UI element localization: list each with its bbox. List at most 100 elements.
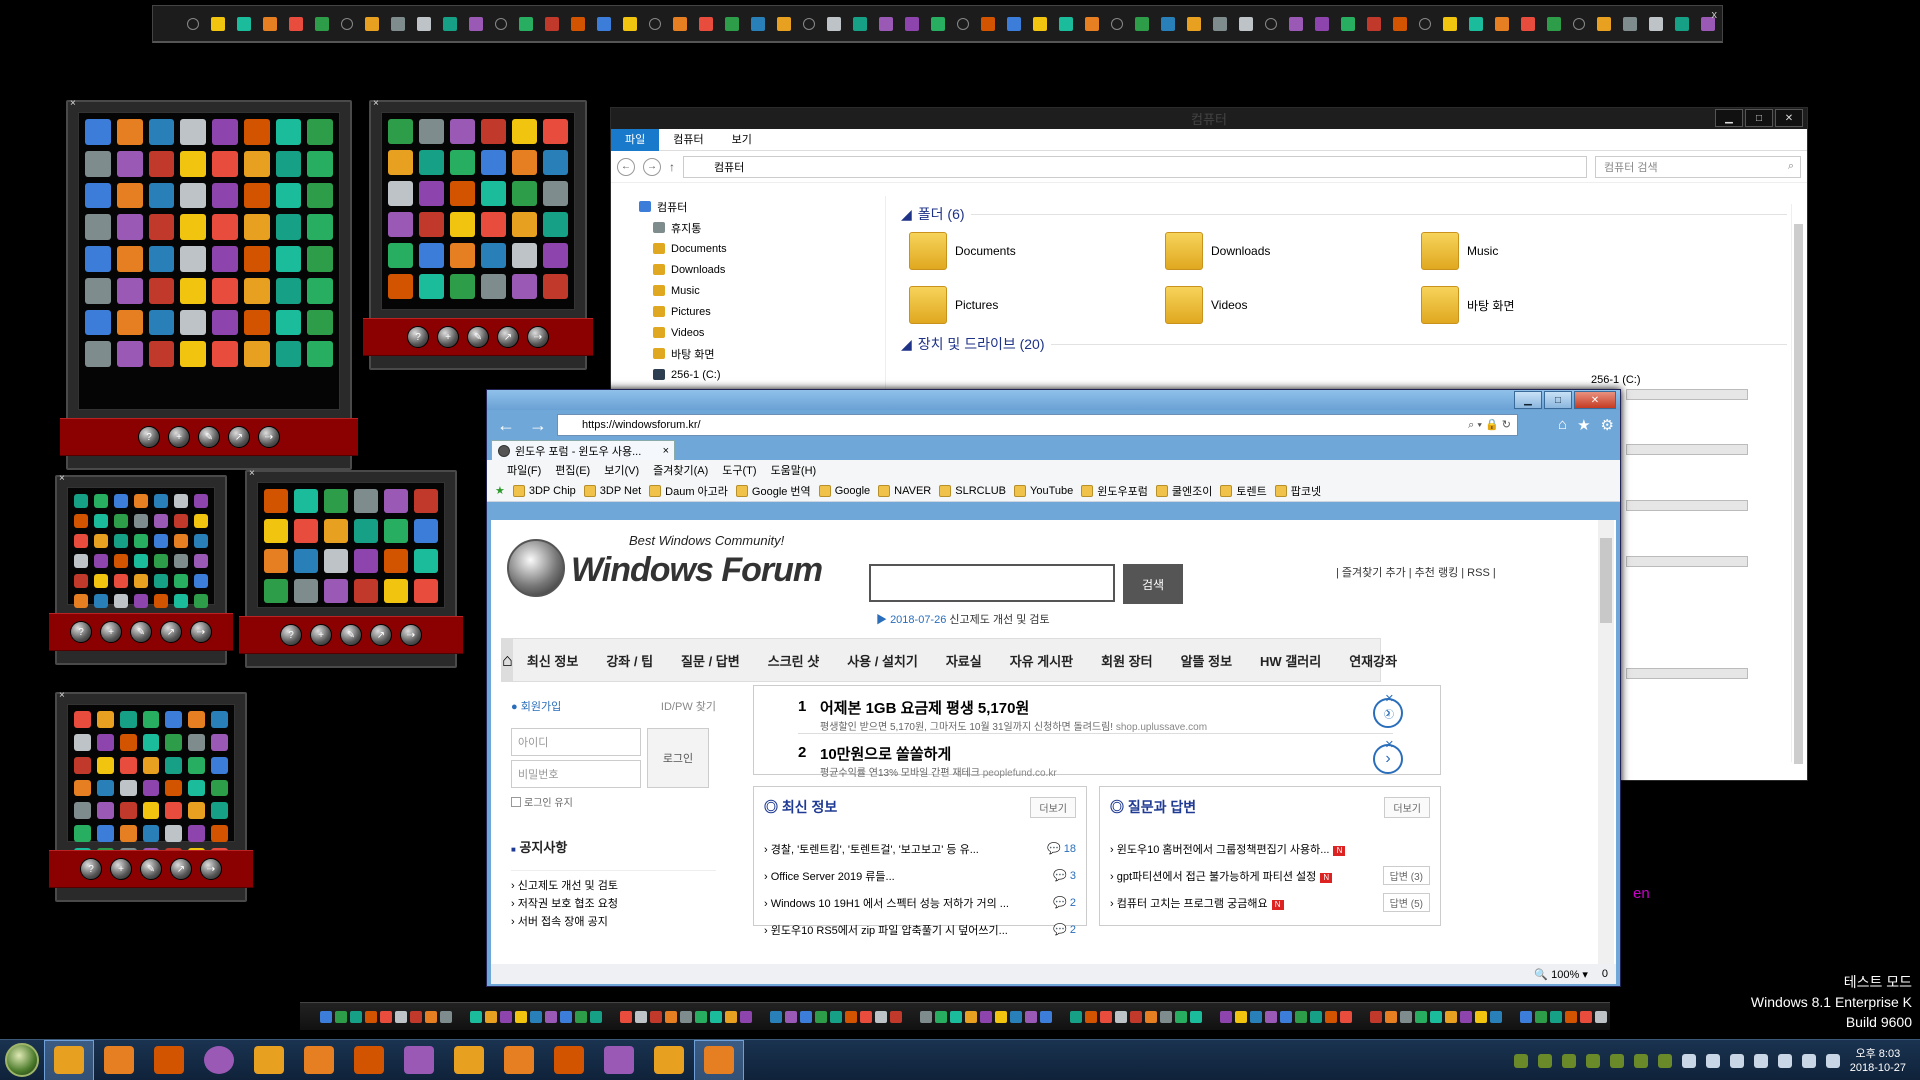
launcher-app-icon[interactable] [1495, 17, 1509, 31]
app-shortcut-icon[interactable] [388, 119, 413, 144]
app-shortcut-icon[interactable] [96, 711, 114, 728]
launcher-app-icon[interactable] [1367, 17, 1381, 31]
dock-app-icon[interactable] [1595, 1010, 1607, 1023]
dock-app-icon[interactable] [1340, 1010, 1352, 1023]
app-shortcut-icon[interactable] [481, 274, 506, 299]
app-shortcut-icon[interactable] [142, 711, 160, 728]
app-shortcut-icon[interactable] [74, 802, 91, 820]
site-logo[interactable]: Best Windows Community! Windows Forum [501, 531, 831, 597]
app-shortcut-icon[interactable] [384, 549, 408, 573]
app-shortcut-icon[interactable] [74, 534, 88, 548]
dock-app-icon[interactable] [980, 1010, 992, 1023]
app-shortcut-icon[interactable] [74, 733, 91, 751]
app-shortcut-icon[interactable] [243, 119, 270, 145]
app-shortcut-icon[interactable] [119, 733, 137, 751]
panel-close-icon[interactable]: × [373, 98, 379, 109]
login-button[interactable]: 로그인 [647, 728, 709, 788]
next-icon[interactable]: ⇢ [400, 624, 422, 646]
app-shortcut-icon[interactable] [307, 150, 333, 177]
taskbar-app[interactable] [594, 1040, 644, 1080]
app-shortcut-icon[interactable] [96, 779, 114, 797]
app-shortcut-icon[interactable] [243, 309, 270, 336]
dock-app-icon[interactable] [545, 1010, 557, 1023]
app-shortcut-icon[interactable] [116, 277, 143, 304]
site-nav-item[interactable]: HW 갤러리 [1246, 651, 1335, 670]
ie-tab-windowsforum[interactable]: 윈도우 포럼 - 윈도우 사용... × [491, 440, 675, 460]
launcher-app-icon[interactable] [1675, 17, 1689, 31]
dock-app-icon[interactable] [1040, 1010, 1052, 1023]
panel-close-icon[interactable]: × [59, 690, 65, 701]
tree-item[interactable]: Music [611, 280, 885, 301]
app-shortcut-icon[interactable] [148, 182, 175, 209]
app-shortcut-icon[interactable] [94, 494, 108, 508]
site-nav-item[interactable]: 자료실 [932, 651, 996, 670]
app-shortcut-icon[interactable] [94, 514, 108, 528]
site-nav-item[interactable]: 사용 / 설치기 [833, 651, 932, 670]
flag-icon[interactable] [1729, 1053, 1744, 1068]
dock-app-icon[interactable] [1565, 1010, 1577, 1023]
app-shortcut-icon[interactable] [414, 489, 438, 513]
add-icon[interactable]: + [310, 624, 332, 646]
app-shortcut-icon[interactable] [142, 733, 160, 751]
tray-app-icon[interactable] [1633, 1053, 1648, 1068]
edit-icon[interactable]: ✎ [198, 426, 220, 448]
dock-app-icon[interactable] [1445, 1010, 1457, 1023]
app-shortcut-icon[interactable] [354, 579, 378, 603]
up-arrow-icon[interactable]: ↑ [669, 160, 675, 174]
app-shortcut-icon[interactable] [543, 274, 568, 299]
app-shortcut-icon[interactable] [116, 119, 143, 145]
app-shortcut-icon[interactable] [512, 181, 537, 206]
folders-group-header[interactable]: ◢ 폴더 (6) [901, 204, 1787, 224]
launcher-app-icon[interactable] [905, 17, 919, 31]
chart-icon[interactable]: ↗ [170, 858, 192, 880]
app-shortcut-icon[interactable] [307, 277, 333, 304]
app-shortcut-icon[interactable] [414, 549, 438, 573]
dock-app-icon[interactable] [620, 1010, 632, 1023]
app-shortcut-icon[interactable] [188, 733, 206, 751]
dock-app-icon[interactable] [1085, 1010, 1097, 1023]
app-shortcut-icon[interactable] [212, 150, 238, 177]
maximize-button[interactable]: □ [1544, 391, 1572, 409]
tray-app-icon[interactable] [1609, 1053, 1624, 1068]
taskbar-app[interactable] [494, 1040, 544, 1080]
launcher-app-icon[interactable] [699, 17, 713, 31]
taskbar-app[interactable] [44, 1039, 94, 1080]
app-shortcut-icon[interactable] [74, 574, 88, 588]
edit-icon[interactable]: ✎ [340, 624, 362, 646]
app-shortcut-icon[interactable] [85, 309, 111, 336]
dock-app-icon[interactable] [785, 1010, 797, 1023]
next-icon[interactable]: ⇢ [258, 426, 280, 448]
dock-app-icon[interactable] [380, 1010, 392, 1023]
app-shortcut-icon[interactable] [543, 212, 568, 237]
dock-app-icon[interactable] [680, 1010, 692, 1023]
next-icon[interactable]: ⇢ [200, 858, 222, 880]
dock-app-icon[interactable] [590, 1010, 602, 1023]
app-shortcut-icon[interactable] [275, 214, 302, 240]
app-shortcut-icon[interactable] [114, 574, 128, 588]
ie-menu-item[interactable]: 즐겨찾기(A) [653, 462, 708, 478]
next-icon[interactable]: ⇢ [190, 621, 212, 643]
app-shortcut-icon[interactable] [543, 119, 568, 144]
favorite-link[interactable]: Google [818, 484, 870, 497]
favorite-link[interactable]: NAVER [878, 484, 931, 497]
folder-item[interactable]: Videos [1165, 284, 1421, 326]
chart-icon[interactable]: ↗ [160, 621, 182, 643]
app-shortcut-icon[interactable] [154, 514, 168, 528]
dock-app-icon[interactable] [575, 1010, 587, 1023]
dock-app-icon[interactable] [1250, 1010, 1262, 1023]
drives-group-header[interactable]: ◢ 장치 및 드라이브 (20) [901, 334, 1787, 354]
app-shortcut-icon[interactable] [354, 489, 378, 513]
explorer-search-input[interactable]: 컴퓨터 검색 ⌕ [1595, 155, 1801, 178]
app-shortcut-icon[interactable] [74, 514, 88, 528]
tab-close-icon[interactable]: × [663, 445, 669, 457]
app-shortcut-icon[interactable] [212, 341, 238, 367]
app-shortcut-icon[interactable] [450, 212, 475, 237]
app-shortcut-icon[interactable] [419, 212, 444, 237]
dock-app-icon[interactable] [1070, 1010, 1082, 1023]
app-shortcut-icon[interactable] [94, 534, 108, 548]
close-button[interactable]: ✕ [1775, 109, 1803, 127]
tray-app-icon[interactable] [1537, 1053, 1552, 1068]
app-shortcut-icon[interactable] [114, 594, 128, 608]
app-shortcut-icon[interactable] [116, 309, 143, 336]
ie-titlebar[interactable]: ▁ □ ✕ [487, 390, 1620, 410]
